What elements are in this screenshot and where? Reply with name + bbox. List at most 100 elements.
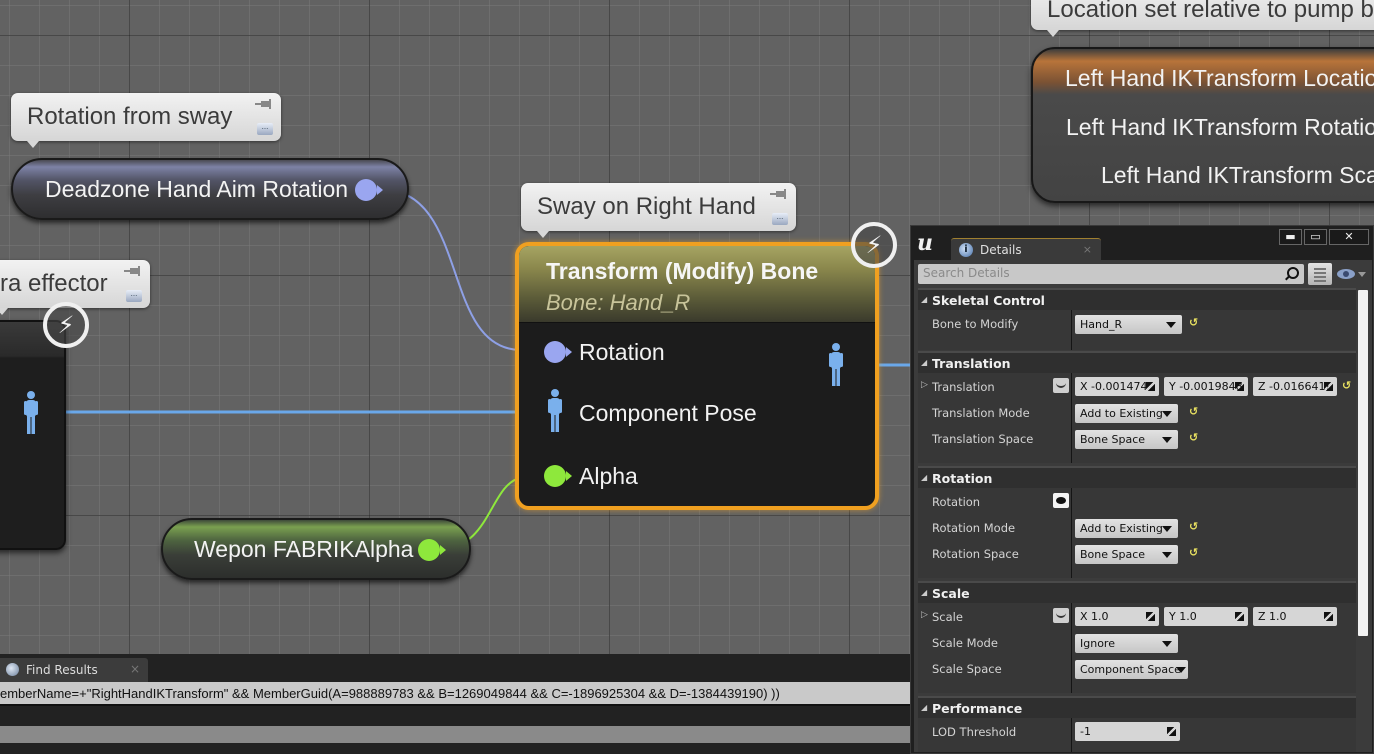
eye-visibility-icon[interactable] — [1336, 267, 1366, 281]
search-icon[interactable] — [1287, 267, 1299, 279]
maximize-button[interactable]: ▭ — [1304, 229, 1327, 245]
comment-text: Sway on Right Hand — [537, 193, 756, 220]
category-translation[interactable]: Translation — [918, 351, 1356, 373]
ik-row-location[interactable]: Left Hand IKTransform Locatio — [1065, 65, 1374, 92]
comment-location-relative[interactable]: Location set relative to pump b — [1031, 0, 1374, 37]
node-title: Transform (Modify) Bone — [546, 258, 819, 284]
close-icon[interactable]: × — [130, 662, 140, 676]
spin-handle-icon[interactable] — [1146, 612, 1155, 621]
minimize-button[interactable]: ▬ — [1279, 229, 1302, 245]
num-value: Y 1.0 — [1169, 610, 1197, 623]
node-wepon-fabrik-alpha[interactable]: Wepon FABRIKAlpha — [161, 518, 471, 580]
tab-details[interactable]: i Details × — [951, 238, 1101, 260]
pin-icon[interactable] — [770, 189, 788, 199]
reset-to-default-icon[interactable]: ↺ — [1342, 379, 1351, 392]
pose-output-pin[interactable] — [827, 342, 845, 388]
find-query-input[interactable]: emberName=+"RightHandIKTransform" && Mem… — [0, 682, 910, 706]
ik-row-rotation[interactable]: Left Hand IKTransform Rotatio — [1066, 114, 1374, 141]
column-divider[interactable] — [1071, 603, 1072, 693]
scale-space-combo[interactable]: Component Space — [1075, 660, 1188, 679]
combo-value: Bone Space — [1080, 433, 1146, 446]
category-performance[interactable]: Performance — [918, 696, 1356, 718]
rotation-body: Rotation Rotation Mode Add to Existing ↺… — [918, 488, 1356, 578]
search-details-input[interactable]: Search Details — [918, 264, 1304, 284]
node-fabrik-partial[interactable] — [0, 320, 66, 550]
translation-mode-combo[interactable]: Add to Existing — [1075, 404, 1178, 423]
magnifier-icon — [6, 663, 19, 676]
eye-icon[interactable] — [1053, 493, 1069, 508]
alpha-input-pin[interactable] — [544, 465, 572, 487]
rotation-input-pin[interactable] — [544, 341, 572, 363]
translation-space-combo[interactable]: Bone Space — [1075, 430, 1178, 449]
pin-icon[interactable] — [124, 266, 142, 276]
property-matrix-button[interactable] — [1308, 263, 1332, 285]
close-icon[interactable]: × — [1083, 243, 1092, 256]
chevron-down-icon — [1176, 667, 1186, 673]
component-pose-input-pin[interactable] — [546, 388, 564, 434]
spin-handle-icon[interactable] — [1146, 382, 1155, 391]
details-body: Search Details Skeletal Control Bone to … — [914, 260, 1372, 752]
node-left-hand-ik-transform[interactable]: Left Hand IKTransform Locatio Left Hand … — [1031, 47, 1374, 203]
column-divider[interactable] — [1071, 718, 1072, 752]
node-deadzone-hand-aim-rotation[interactable]: Deadzone Hand Aim Rotation — [11, 158, 409, 220]
category-scale[interactable]: Scale — [918, 581, 1356, 603]
translation-mode-label: Translation Mode — [932, 406, 1030, 420]
spin-handle-icon[interactable] — [1324, 382, 1333, 391]
rotation-label: Rotation — [932, 495, 981, 509]
translation-label[interactable]: Translation — [921, 380, 995, 394]
scale-body: Scale X 1.0 Y 1.0 Z 1.0 Scale Mode Ignor… — [918, 603, 1356, 693]
reset-to-default-icon[interactable]: ↺ — [1189, 546, 1198, 559]
column-divider[interactable] — [1071, 310, 1072, 350]
column-divider[interactable] — [1071, 373, 1072, 463]
float-output-pin[interactable] — [418, 539, 446, 561]
comment-bubble-icon[interactable]: ... — [772, 213, 788, 225]
category-skeletal-control[interactable]: Skeletal Control — [918, 288, 1356, 310]
node-transform-modify-bone[interactable]: Transform (Modify) Bone Bone: Hand_R Rot… — [515, 242, 879, 510]
scale-label[interactable]: Scale — [921, 610, 963, 624]
tab-find-results[interactable]: Find Results × — [0, 658, 148, 682]
reset-to-default-icon[interactable]: ↺ — [1189, 316, 1198, 329]
scale-x-input[interactable]: X 1.0 — [1075, 607, 1159, 626]
reset-to-default-icon[interactable]: ↺ — [1189, 431, 1198, 444]
scale-mode-label: Scale Mode — [932, 636, 998, 650]
spin-handle-icon[interactable] — [1235, 382, 1244, 391]
spin-handle-icon[interactable] — [1324, 612, 1333, 621]
rotator-output-pin[interactable] — [355, 179, 383, 201]
ik-row-scale[interactable]: Left Hand IKTransform Sca — [1101, 162, 1374, 189]
scale-z-input[interactable]: Z 1.0 — [1253, 607, 1337, 626]
translation-y-input[interactable]: Y -0.0019848 — [1164, 377, 1248, 396]
wire-rotation — [379, 188, 521, 351]
category-rotation[interactable]: Rotation — [918, 466, 1356, 488]
close-button[interactable]: ✕ — [1329, 229, 1369, 245]
comment-effector[interactable]: ra effector ... — [0, 260, 150, 315]
lod-threshold-input[interactable]: -1 — [1075, 722, 1180, 741]
spin-handle-icon[interactable] — [1235, 612, 1244, 621]
node-label: Wepon FABRIKAlpha — [194, 536, 414, 562]
pin-icon[interactable] — [255, 99, 273, 109]
scale-y-input[interactable]: Y 1.0 — [1164, 607, 1248, 626]
translation-x-input[interactable]: X -0.001474 — [1075, 377, 1159, 396]
column-divider[interactable] — [1071, 488, 1072, 578]
horizontal-scrollbar[interactable] — [0, 726, 910, 743]
lock-icon[interactable] — [1053, 378, 1069, 393]
pin-label-component-pose: Component Pose — [579, 400, 757, 426]
chevron-down-icon — [1162, 437, 1172, 443]
lock-icon[interactable] — [1053, 608, 1069, 623]
comment-rotation-from-sway[interactable]: Rotation from sway ... — [11, 93, 281, 148]
translation-z-input[interactable]: Z -0.016641! — [1253, 377, 1337, 396]
spin-handle-icon[interactable] — [1167, 727, 1176, 736]
vertical-scrollbar[interactable] — [1358, 290, 1368, 636]
rotation-space-label: Rotation Space — [932, 547, 1019, 561]
rotation-mode-combo[interactable]: Add to Existing — [1075, 519, 1178, 538]
comment-bubble-icon[interactable]: ... — [257, 123, 273, 135]
combo-value: Component Space — [1080, 663, 1181, 676]
person-icon[interactable] — [22, 390, 40, 436]
reset-to-default-icon[interactable]: ↺ — [1189, 405, 1198, 418]
comment-bubble-icon[interactable]: ... — [126, 290, 142, 302]
scale-mode-combo[interactable]: Ignore — [1075, 634, 1178, 653]
chevron-down-icon — [1162, 641, 1172, 647]
reset-to-default-icon[interactable]: ↺ — [1189, 520, 1198, 533]
comment-sway-on-right-hand[interactable]: Sway on Right Hand ... — [521, 183, 796, 238]
rotation-space-combo[interactable]: Bone Space — [1075, 545, 1178, 564]
bone-to-modify-combo[interactable]: Hand_R — [1075, 315, 1182, 334]
